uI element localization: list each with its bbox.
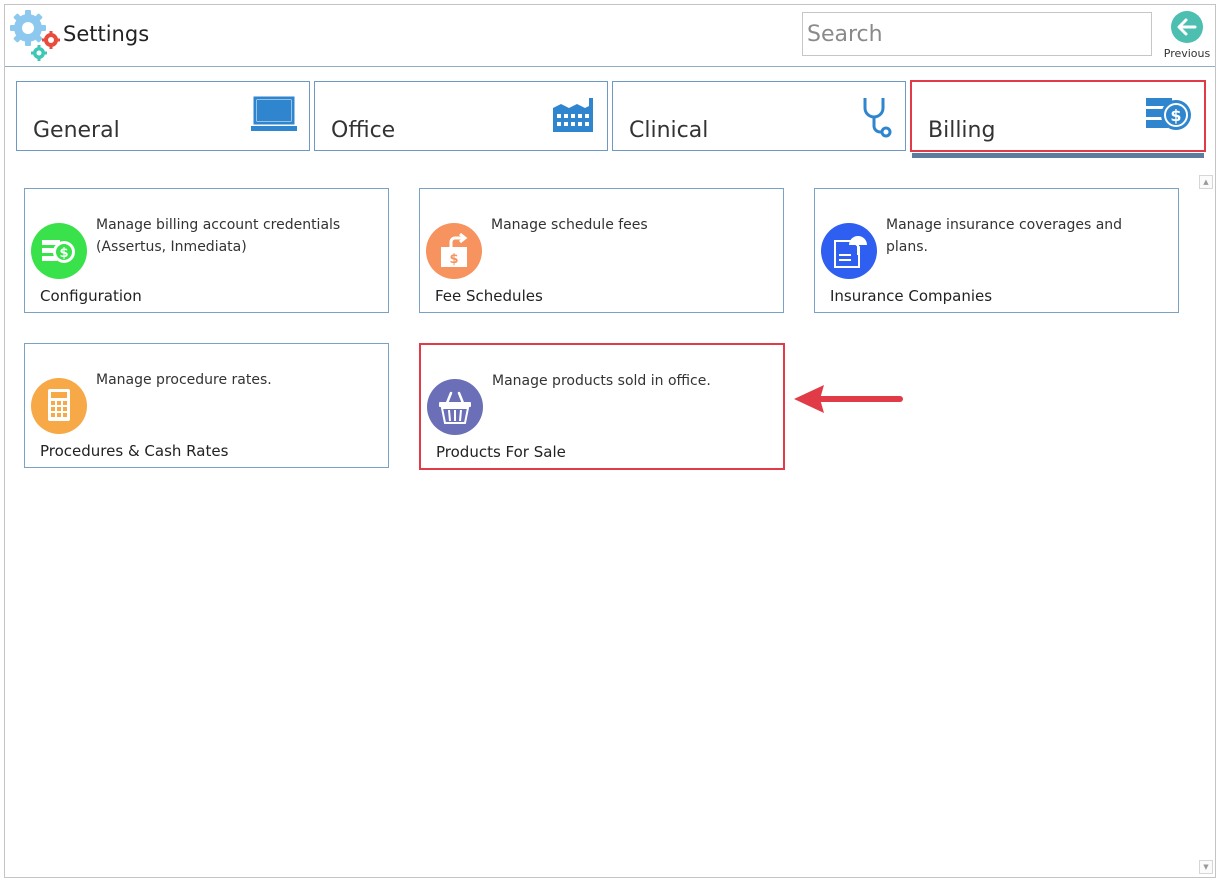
monitor-icon bbox=[251, 96, 297, 131]
app-title: Settings bbox=[63, 22, 150, 46]
arrow-left-icon bbox=[1171, 11, 1203, 43]
calculator-icon bbox=[31, 378, 87, 434]
previous-button[interactable]: Previous bbox=[1162, 9, 1212, 63]
tab-label: Clinical bbox=[629, 118, 709, 143]
card-title: Fee Schedules bbox=[435, 287, 543, 305]
tab-label: Billing bbox=[928, 118, 996, 143]
tab-label: General bbox=[33, 118, 120, 143]
billing-dollar-icon: $ bbox=[1146, 98, 1191, 130]
card-description: Manage schedule fees bbox=[491, 217, 648, 233]
svg-text:$: $ bbox=[449, 252, 458, 267]
scroll-down-button[interactable]: ▼ bbox=[1199, 860, 1213, 874]
gears-icon bbox=[10, 10, 60, 61]
svg-text:$: $ bbox=[59, 246, 68, 261]
billing-config-icon: $ bbox=[31, 223, 87, 279]
annotation-arrow-icon bbox=[794, 385, 903, 413]
search-input[interactable] bbox=[802, 12, 1152, 56]
basket-icon bbox=[427, 379, 483, 435]
card-description: Manage insurance coverages and plans. bbox=[886, 217, 1123, 255]
active-tab-indicator bbox=[912, 153, 1204, 158]
factory-icon bbox=[553, 98, 593, 132]
card-configuration[interactable]: $ Manage billing account credentials (As… bbox=[24, 188, 389, 313]
card-title: Products For Sale bbox=[436, 443, 566, 461]
card-title: Configuration bbox=[40, 287, 142, 305]
tab-billing[interactable]: Billing $ bbox=[910, 80, 1206, 152]
stethoscope-icon bbox=[863, 98, 892, 138]
card-fee-schedules[interactable]: $ Manage schedule fees Fee Schedules bbox=[419, 188, 784, 313]
tab-general[interactable]: General bbox=[16, 81, 310, 151]
tab-label: Office bbox=[331, 118, 396, 143]
card-title: Insurance Companies bbox=[830, 287, 993, 305]
card-description: Manage products sold in office. bbox=[492, 373, 711, 389]
card-title: Procedures & Cash Rates bbox=[40, 442, 229, 460]
card-insurance-companies[interactable]: Manage insurance coverages and plans. In… bbox=[814, 188, 1179, 313]
fee-export-icon: $ bbox=[426, 223, 482, 279]
tab-clinical[interactable]: Clinical bbox=[612, 81, 906, 151]
previous-label: Previous bbox=[1163, 47, 1211, 60]
card-products-for-sale[interactable]: Manage products sold in office. Products… bbox=[419, 343, 785, 470]
settings-window: Settings Previous General Office bbox=[4, 4, 1216, 878]
header-bar: Settings Previous bbox=[5, 5, 1215, 67]
card-description: Manage billing account credentials (Asse… bbox=[96, 217, 341, 255]
card-procedures-cash-rates[interactable]: Manage procedure rates. Procedures & Cas… bbox=[24, 343, 389, 468]
tab-office[interactable]: Office bbox=[314, 81, 608, 151]
card-description: Manage procedure rates. bbox=[96, 372, 272, 388]
scroll-up-button[interactable]: ▲ bbox=[1199, 175, 1213, 189]
insurance-document-icon bbox=[821, 223, 877, 279]
svg-text:$: $ bbox=[1170, 106, 1181, 125]
